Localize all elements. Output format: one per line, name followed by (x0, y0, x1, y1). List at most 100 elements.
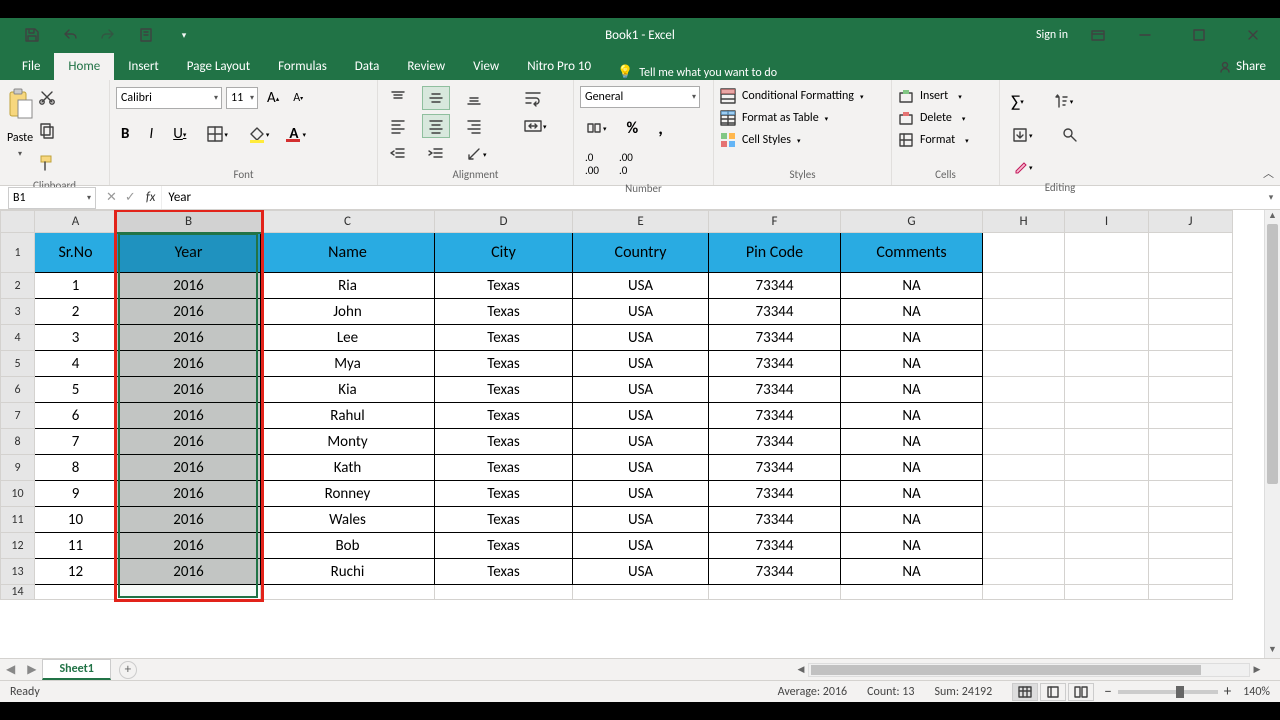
align-top-icon[interactable] (384, 86, 412, 110)
comma-icon[interactable]: , (653, 114, 668, 142)
row-header[interactable]: 11 (1, 507, 35, 533)
delete-cells-button[interactable]: Delete▾ (898, 110, 969, 126)
column-header[interactable]: G (841, 211, 983, 233)
column-header[interactable]: C (261, 211, 435, 233)
data-cell[interactable] (1065, 325, 1149, 351)
data-cell[interactable] (1065, 481, 1149, 507)
data-cell[interactable]: 2016 (117, 559, 261, 585)
align-middle-icon[interactable] (422, 86, 450, 110)
data-cell[interactable]: 73344 (709, 429, 841, 455)
column-header[interactable]: J (1149, 211, 1233, 233)
data-cell[interactable]: USA (573, 299, 709, 325)
data-cell[interactable]: Texas (435, 429, 573, 455)
tab-home[interactable]: Home (54, 53, 114, 80)
header-cell[interactable]: Pin Code (709, 233, 841, 273)
data-cell[interactable] (1149, 351, 1233, 377)
increase-indent-icon[interactable] (422, 142, 450, 166)
horizontal-scrollbar[interactable]: ◀▶ (794, 662, 1264, 678)
zoom-level[interactable]: 140% (1243, 685, 1270, 699)
data-cell[interactable] (1149, 585, 1233, 600)
data-cell[interactable]: 12 (35, 559, 117, 585)
expand-formula-bar-icon[interactable]: ▾ (1262, 192, 1280, 203)
fx-icon[interactable]: fx (146, 190, 162, 205)
row-header[interactable]: 6 (1, 377, 35, 403)
collapse-ribbon-icon[interactable]: ︿ (1263, 165, 1274, 181)
data-cell[interactable] (435, 585, 573, 600)
font-color-icon[interactable]: A ▾ (284, 122, 311, 146)
data-cell[interactable]: 2016 (117, 429, 261, 455)
data-cell[interactable] (1065, 533, 1149, 559)
data-cell[interactable]: USA (573, 351, 709, 377)
data-cell[interactable]: 2016 (117, 299, 261, 325)
autosum-icon[interactable]: ∑ ▾ (1006, 88, 1029, 115)
data-cell[interactable] (1065, 507, 1149, 533)
column-header[interactable]: E (573, 211, 709, 233)
data-cell[interactable] (983, 455, 1065, 481)
sort-filter-icon[interactable]: ▾ (1047, 90, 1079, 114)
data-cell[interactable]: 6 (35, 403, 117, 429)
data-cell[interactable]: USA (573, 481, 709, 507)
data-cell[interactable] (1149, 377, 1233, 403)
row-header[interactable]: 8 (1, 429, 35, 455)
data-cell[interactable]: Texas (435, 481, 573, 507)
align-right-icon[interactable] (460, 114, 488, 138)
data-cell[interactable]: Texas (435, 351, 573, 377)
bold-button[interactable]: B (116, 122, 134, 146)
data-cell[interactable] (1149, 429, 1233, 455)
data-cell[interactable] (1149, 299, 1233, 325)
data-cell[interactable] (1065, 351, 1149, 377)
header-cell[interactable]: Year (117, 233, 261, 273)
ribbon-display-icon[interactable] (1088, 25, 1108, 45)
header-cell[interactable]: Country (573, 233, 709, 273)
data-cell[interactable]: NA (841, 351, 983, 377)
data-cell[interactable]: 2016 (117, 377, 261, 403)
data-cell[interactable] (1149, 533, 1233, 559)
data-cell[interactable]: NA (841, 533, 983, 559)
data-cell[interactable] (1065, 377, 1149, 403)
data-cell[interactable]: NA (841, 455, 983, 481)
data-cell[interactable]: 73344 (709, 481, 841, 507)
data-cell[interactable]: 73344 (709, 351, 841, 377)
data-cell[interactable]: Texas (435, 403, 573, 429)
data-cell[interactable] (983, 377, 1065, 403)
data-cell[interactable]: Texas (435, 455, 573, 481)
percent-icon[interactable]: % (622, 116, 644, 141)
data-cell[interactable]: Texas (435, 325, 573, 351)
column-header[interactable]: D (435, 211, 573, 233)
data-cell[interactable] (1149, 455, 1233, 481)
tell-me-input[interactable]: 💡Tell me what you want to do (617, 65, 777, 80)
data-cell[interactable]: 9 (35, 481, 117, 507)
touch-mode-icon[interactable] (136, 25, 156, 45)
data-cell[interactable]: 2016 (117, 507, 261, 533)
data-cell[interactable] (983, 585, 1065, 600)
tab-formulas[interactable]: Formulas (264, 53, 341, 80)
data-cell[interactable]: 73344 (709, 325, 841, 351)
data-cell[interactable]: 2 (35, 299, 117, 325)
sheet-nav-next-icon[interactable]: ▶ (21, 662, 42, 677)
data-cell[interactable]: 2016 (117, 533, 261, 559)
row-header[interactable]: 13 (1, 559, 35, 585)
data-cell[interactable]: 5 (35, 377, 117, 403)
italic-button[interactable]: I (144, 122, 158, 146)
data-cell[interactable]: 2016 (117, 273, 261, 299)
data-cell[interactable] (983, 351, 1065, 377)
data-cell[interactable]: 73344 (709, 403, 841, 429)
close-button[interactable] (1236, 18, 1270, 52)
row-header[interactable]: 10 (1, 481, 35, 507)
data-cell[interactable]: Ria (261, 273, 435, 299)
data-cell[interactable]: Kath (261, 455, 435, 481)
name-box[interactable]: B1▾ (8, 187, 96, 209)
data-cell[interactable]: John (261, 299, 435, 325)
data-cell[interactable]: Texas (435, 299, 573, 325)
underline-button[interactable]: U ▾ (168, 122, 191, 146)
data-cell[interactable]: USA (573, 325, 709, 351)
data-cell[interactable] (841, 585, 983, 600)
data-cell[interactable]: USA (573, 559, 709, 585)
data-cell[interactable] (1065, 273, 1149, 299)
data-cell[interactable]: NA (841, 429, 983, 455)
data-cell[interactable]: USA (573, 377, 709, 403)
data-cell[interactable] (1065, 455, 1149, 481)
data-cell[interactable]: Texas (435, 533, 573, 559)
data-cell[interactable]: USA (573, 403, 709, 429)
row-header[interactable]: 5 (1, 351, 35, 377)
